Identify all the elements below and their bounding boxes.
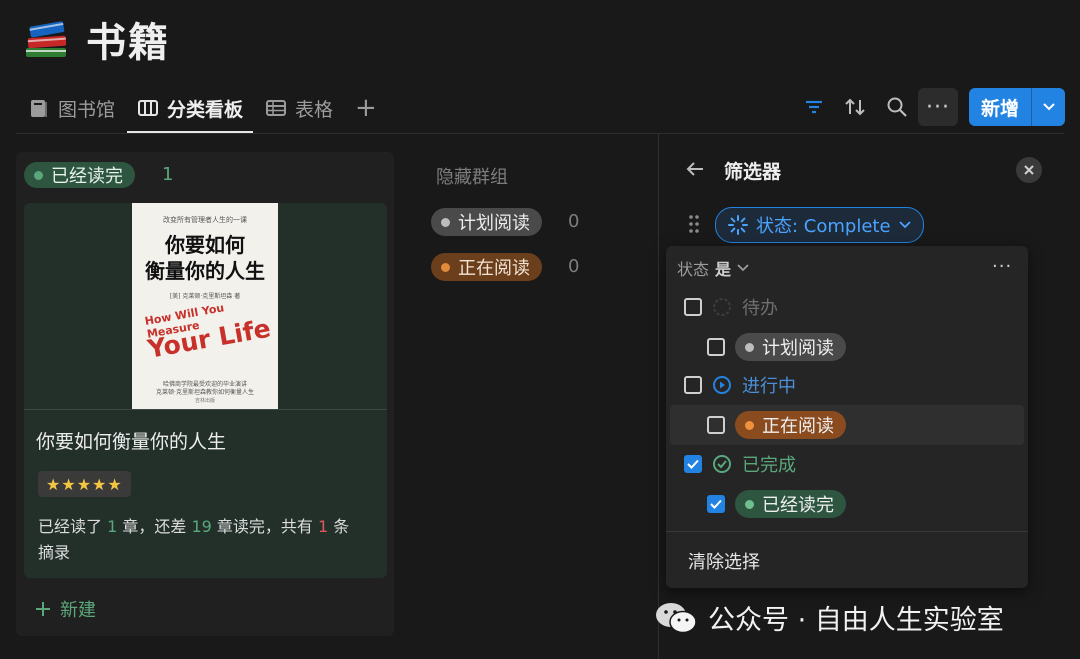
- plus-icon: [36, 602, 50, 616]
- group-count: 1: [162, 164, 174, 185]
- add-view-button[interactable]: +: [355, 95, 377, 121]
- checkbox[interactable]: [707, 338, 725, 356]
- option-label: 正在阅读: [762, 416, 834, 437]
- filter-option-todo-group[interactable]: 待办: [684, 292, 778, 322]
- filter-chip-label: 状态: Complete: [756, 216, 891, 237]
- cover-publisher: 吉林出版: [194, 398, 215, 404]
- status-dot-icon: [441, 217, 450, 227]
- hidden-group-count: 0: [568, 211, 580, 232]
- search-icon[interactable]: [884, 94, 910, 120]
- back-arrow-icon[interactable]: [684, 158, 706, 180]
- chevron-down-icon: [737, 264, 749, 272]
- sort-icon[interactable]: [842, 94, 868, 120]
- checkbox-checked[interactable]: [684, 455, 702, 473]
- option-pill: 正在阅读: [735, 411, 846, 439]
- chapters-left: 19: [191, 517, 212, 536]
- tab-label: 表格: [295, 98, 334, 121]
- status-filter-chip[interactable]: 状态: Complete: [715, 207, 924, 243]
- tab-label: 图书馆: [58, 98, 116, 121]
- check-circle-icon: [713, 455, 731, 473]
- drag-handle-icon[interactable]: [688, 214, 700, 234]
- hidden-group-reading[interactable]: 正在阅读: [431, 253, 542, 281]
- filter-option-reading[interactable]: 正在阅读: [707, 410, 846, 440]
- books-icon[interactable]: [22, 14, 70, 62]
- new-button[interactable]: 新增: [969, 88, 1065, 126]
- group-label: 已经读完: [51, 166, 123, 187]
- panel-divider: [658, 134, 659, 659]
- hidden-group-plan[interactable]: 计划阅读: [431, 208, 542, 236]
- page-title[interactable]: 书籍: [86, 10, 170, 68]
- filter-option-done-group[interactable]: 已完成: [684, 449, 796, 479]
- status-dot-icon: [745, 499, 754, 509]
- more-options-button[interactable]: ···: [918, 88, 958, 126]
- notes-count: 1: [318, 517, 329, 536]
- chapters-read: 1: [107, 517, 118, 536]
- status-dot-icon: [441, 262, 450, 272]
- filter-property: 状态: [677, 260, 710, 279]
- book-cover-image: 改变所有管理者人生的一课 你要如何 衡量你的人生 [美] 克莱顿·克里斯坦森 著…: [132, 203, 278, 409]
- watermark-text: 公众号 · 自由人生实验室: [708, 605, 1004, 636]
- option-pill: 计划阅读: [735, 333, 846, 361]
- clear-selection-button[interactable]: 清除选择: [688, 548, 760, 574]
- tab-library[interactable]: 图书馆: [28, 90, 115, 126]
- library-icon: [31, 100, 47, 117]
- todo-status-icon: [713, 298, 731, 316]
- group-header-pill[interactable]: 已经读完: [24, 162, 135, 188]
- tab-label: 分类看板: [167, 98, 244, 121]
- cover-title-line1: 你要如何: [165, 233, 245, 257]
- filter-condition[interactable]: 状态 是: [677, 256, 749, 280]
- new-card-button[interactable]: 新建: [34, 596, 96, 622]
- status-dot-icon: [34, 170, 43, 180]
- view-tabs: 图书馆 分类看板 表格 +: [28, 90, 377, 134]
- filter-panel-title: 筛选器: [724, 161, 782, 183]
- hidden-group-label: 计划阅读: [458, 213, 530, 234]
- hidden-groups-title: 隐藏群组: [436, 167, 508, 188]
- checkbox[interactable]: [707, 416, 725, 434]
- hidden-group-count: 0: [568, 256, 580, 277]
- divider: [16, 133, 1064, 134]
- checkbox-checked[interactable]: [707, 495, 725, 513]
- card-cover-area: 改变所有管理者人生的一课 你要如何 衡量你的人生 [美] 克莱顿·克里斯坦森 著…: [24, 203, 387, 410]
- wechat-icon: [656, 602, 697, 633]
- board-icon: [138, 100, 159, 116]
- watermark: 公众号 · 自由人生实验室: [654, 598, 1004, 637]
- status-dot-icon: [745, 342, 754, 352]
- cover-blurb2: 克莱顿·克里斯坦森教你如何衡量人生: [156, 389, 254, 396]
- tab-board[interactable]: 分类看板: [127, 90, 254, 134]
- option-pill: 已经读完: [735, 490, 846, 518]
- table-icon: [266, 100, 287, 116]
- option-label: 进行中: [742, 376, 796, 397]
- filter-more-button[interactable]: ···: [992, 256, 1012, 277]
- hidden-group-label: 正在阅读: [458, 258, 530, 279]
- filter-option-plan[interactable]: 计划阅读: [707, 332, 846, 362]
- card-title: 你要如何衡量你的人生: [36, 431, 227, 453]
- book-card[interactable]: 改变所有管理者人生的一课 你要如何 衡量你的人生 [美] 克莱顿·克里斯坦森 著…: [24, 203, 387, 578]
- new-button-label[interactable]: 新增: [969, 88, 1031, 126]
- close-icon[interactable]: [1016, 157, 1042, 183]
- filter-option-inprogress-group[interactable]: 进行中: [684, 370, 796, 400]
- option-label: 计划阅读: [762, 338, 834, 359]
- chevron-down-icon: [898, 221, 911, 229]
- reading-progress: 已经读了 1 章，还差 19 章读完，共有 1 条摘录: [38, 517, 350, 562]
- rating-badge: ★★★★★: [38, 471, 131, 497]
- checkbox[interactable]: [684, 376, 702, 394]
- option-label: 已经读完: [762, 495, 834, 516]
- status-loader-icon: [728, 215, 748, 235]
- check-icon: [710, 499, 722, 509]
- in-progress-icon: [713, 376, 731, 394]
- checkbox[interactable]: [684, 298, 702, 316]
- dropdown-divider: [666, 531, 1028, 532]
- new-card-label: 新建: [60, 600, 96, 621]
- chevron-down-icon[interactable]: [1032, 88, 1065, 126]
- option-label: 待办: [742, 298, 778, 319]
- tab-table[interactable]: 表格: [265, 90, 333, 126]
- filter-icon[interactable]: [801, 94, 827, 120]
- filter-operator: 是: [715, 260, 732, 279]
- filter-option-finished[interactable]: 已经读完: [707, 489, 846, 519]
- cover-top-line: 改变所有管理者人生的一课: [163, 216, 247, 224]
- option-label: 已完成: [742, 455, 796, 476]
- status-dot-icon: [745, 420, 754, 430]
- check-icon: [687, 459, 699, 469]
- cover-title-line2: 衡量你的人生: [145, 259, 265, 283]
